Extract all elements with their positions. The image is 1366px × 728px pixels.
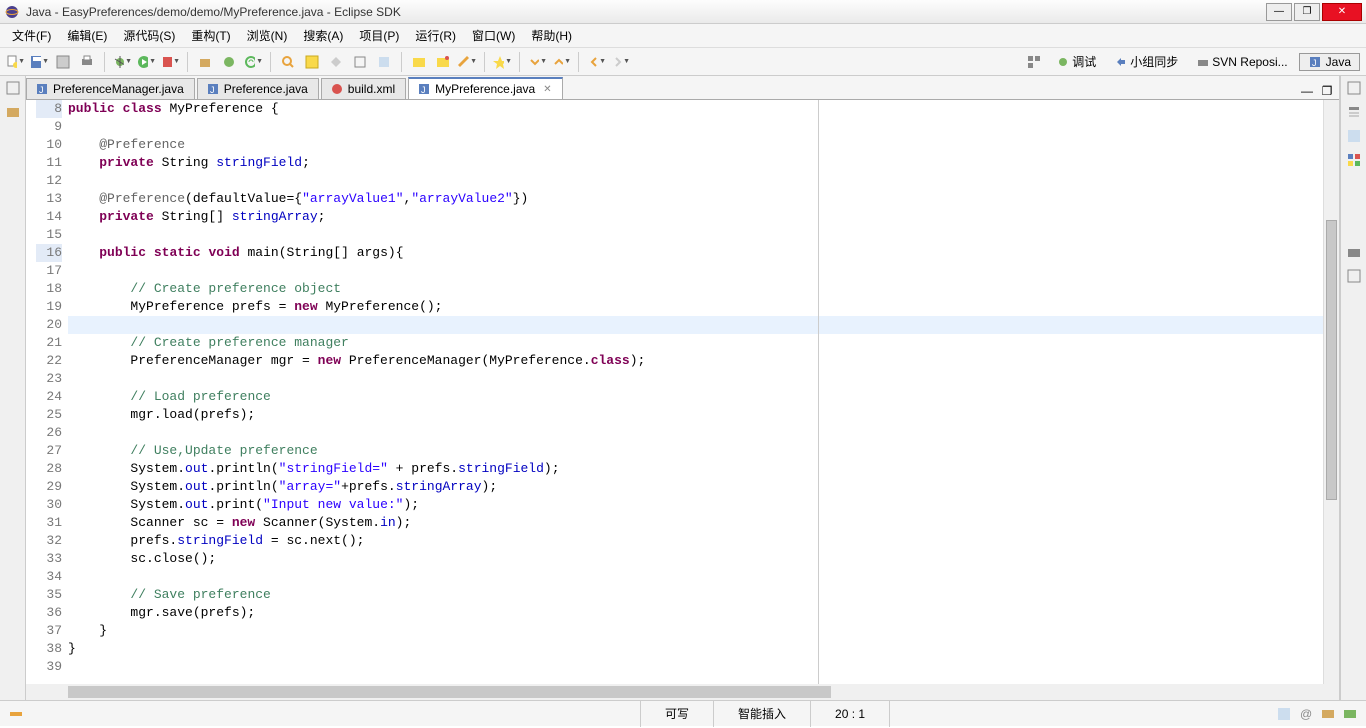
next-annotation-button[interactable]: ▼ (526, 51, 548, 73)
outline-icon[interactable] (1346, 104, 1362, 120)
toggle-whitespace-button[interactable] (373, 51, 395, 73)
open-type-button[interactable]: ▼ (242, 51, 264, 73)
svn-perspective-button[interactable]: SVN Reposi... (1189, 52, 1294, 72)
run-button[interactable]: ▼ (135, 51, 157, 73)
toggle-block-button[interactable] (349, 51, 371, 73)
menu-5[interactable]: 搜索(A) (295, 27, 351, 44)
left-trim (0, 76, 26, 700)
external-tools-button[interactable]: ▼ (159, 51, 181, 73)
tab-mypreference-java[interactable]: J MyPreference.java ✕ (408, 77, 562, 99)
menu-6[interactable]: 项目(P) (351, 27, 407, 44)
window-title: Java - EasyPreferences/demo/demo/MyPrefe… (26, 5, 1264, 19)
status-cursor-pos: 20 : 1 (810, 701, 889, 727)
bottom-view-icon-2[interactable] (1346, 268, 1362, 284)
forward-button[interactable]: ▼ (609, 51, 631, 73)
search-button[interactable] (277, 51, 299, 73)
minimize-view-icon[interactable]: — (1299, 83, 1315, 99)
vertical-scrollbar[interactable] (1323, 100, 1339, 684)
open-perspective-button[interactable] (1023, 51, 1045, 73)
title-bar: Java - EasyPreferences/demo/demo/MyPrefe… (0, 0, 1366, 24)
java-file-icon (330, 82, 344, 96)
status-icon (0, 706, 40, 722)
svg-text:J: J (1312, 58, 1317, 68)
maximize-view-icon[interactable]: ❐ (1319, 83, 1335, 99)
eclipse-icon (4, 4, 20, 20)
menu-9[interactable]: 帮助(H) (523, 27, 580, 44)
new-button[interactable]: ▼ (4, 51, 26, 73)
menu-2[interactable]: 源代码(S) (115, 27, 183, 44)
tab-label: PreferenceManager.java (53, 82, 184, 96)
menu-4[interactable]: 浏览(N) (239, 27, 296, 44)
back-button[interactable]: ▼ (585, 51, 607, 73)
menu-8[interactable]: 窗口(W) (464, 27, 523, 44)
debug-button[interactable]: ▼ (111, 51, 133, 73)
menu-3[interactable]: 重构(T) (183, 27, 238, 44)
save-all-button[interactable] (52, 51, 74, 73)
prev-annotation-button[interactable]: ▼ (550, 51, 572, 73)
status-insert-mode: 智能插入 (713, 701, 810, 727)
java-file-icon: J (206, 82, 220, 96)
open-resource-button[interactable] (408, 51, 430, 73)
task-button[interactable] (432, 51, 454, 73)
tab-preference-java[interactable]: J Preference.java (197, 78, 319, 99)
debug-perspective-button[interactable]: 调试 (1049, 50, 1103, 73)
task-list-icon[interactable] (1346, 128, 1362, 144)
restore-icon[interactable] (5, 80, 21, 96)
code-editor[interactable]: 8910111213141516171819202122232425262728… (26, 100, 1339, 684)
menu-7[interactable]: 运行(R) (407, 27, 464, 44)
svg-text:J: J (210, 85, 215, 95)
problems-icon[interactable] (1346, 152, 1362, 168)
close-button[interactable]: ✕ (1322, 3, 1362, 21)
java-file-icon: J (417, 82, 431, 96)
status-bar: 可写 智能插入 20 : 1 @ (0, 700, 1366, 726)
editor-region: J PreferenceManager.java J Preference.java b… (26, 76, 1340, 700)
toolbar: ▼ ▼ ▼ ▼ ▼ ▼ ▼ ▼ ▼ ▼ ▼ ▼ 调试 小组同步 SVN Repo… (0, 48, 1366, 76)
toggle-mark-button[interactable] (325, 51, 347, 73)
svg-text:J: J (421, 85, 426, 95)
tab-build-xml[interactable]: build.xml (321, 78, 406, 99)
maximize-button[interactable]: ❐ (1294, 3, 1320, 21)
new-class-button[interactable] (218, 51, 240, 73)
tab-label: Preference.java (224, 82, 308, 96)
menu-0[interactable]: 文件(F) (4, 27, 59, 44)
bottom-view-icon-1[interactable] (1346, 244, 1362, 260)
status-tray-icon-1[interactable] (1276, 706, 1292, 722)
status-tray-icon-2[interactable]: @ (1298, 706, 1314, 722)
tab-label: build.xml (348, 82, 395, 96)
svg-text:@: @ (1300, 707, 1312, 721)
new-package-button[interactable] (194, 51, 216, 73)
menu-bar: 文件(F)编辑(E)源代码(S)重构(T)浏览(N)搜索(A)项目(P)运行(R… (0, 24, 1366, 48)
save-button[interactable]: ▼ (28, 51, 50, 73)
star-button[interactable]: ▼ (491, 51, 513, 73)
status-writable: 可写 (640, 701, 713, 727)
status-tray-icon-3[interactable] (1320, 706, 1336, 722)
menu-1[interactable]: 编辑(E) (59, 27, 115, 44)
right-trim (1340, 76, 1366, 700)
tab-label: MyPreference.java (435, 82, 535, 96)
horizontal-scrollbar[interactable] (26, 684, 1339, 700)
svg-text:J: J (39, 85, 44, 95)
package-explorer-icon[interactable] (5, 104, 21, 120)
print-button[interactable] (76, 51, 98, 73)
restore-right-icon[interactable] (1346, 80, 1362, 96)
tab-preferencemanager-java[interactable]: J PreferenceManager.java (26, 78, 195, 99)
edit-button[interactable]: ▼ (456, 51, 478, 73)
minimize-button[interactable]: — (1266, 3, 1292, 21)
editor-tabs: J PreferenceManager.java J Preference.java b… (26, 76, 1339, 100)
annotation-button[interactable] (301, 51, 323, 73)
java-perspective-button[interactable]: JJava (1299, 53, 1360, 71)
java-file-icon: J (35, 82, 49, 96)
status-tray-icon-4[interactable] (1342, 706, 1358, 722)
team-sync-perspective-button[interactable]: 小组同步 (1107, 50, 1185, 73)
close-tab-icon[interactable]: ✕ (543, 84, 551, 95)
